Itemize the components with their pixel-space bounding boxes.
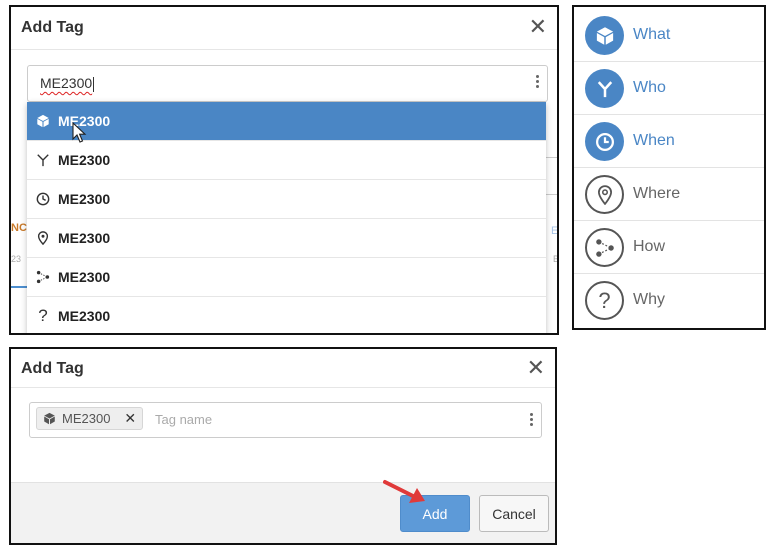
suggestion-label: ME2300 <box>58 308 111 324</box>
dialog-footer <box>11 482 555 543</box>
category-when[interactable]: When <box>574 115 764 168</box>
suggestion-item-why[interactable]: ? ME2300 <box>27 297 546 333</box>
tag-search-input[interactable]: ME2300 <box>27 65 548 102</box>
header-divider <box>11 387 555 388</box>
suggestion-item-who[interactable]: ME2300 <box>27 141 546 180</box>
close-button[interactable]: ✕ <box>527 357 545 379</box>
cube-icon <box>585 16 624 55</box>
suggestion-label: ME2300 <box>58 230 111 246</box>
cube-icon <box>43 412 56 425</box>
background-fragment: B <box>553 254 559 264</box>
suggestion-label: ME2300 <box>58 269 111 285</box>
tag-search-value: ME2300 <box>40 75 93 91</box>
question-icon: ? <box>38 306 48 325</box>
background-fragment: Ext <box>551 225 559 237</box>
category-label: What <box>633 26 671 43</box>
tag-category-list: What Who When Where How ? Why <box>572 5 766 330</box>
category-label: Why <box>633 291 665 308</box>
remove-tag-button[interactable]: ✕ <box>124 410 136 427</box>
dialog-title: Add Tag <box>21 360 84 377</box>
clock-icon <box>585 122 624 161</box>
cube-icon <box>36 114 50 128</box>
location-pin-icon <box>585 175 624 214</box>
person-icon <box>36 153 50 167</box>
tag-name-placeholder[interactable]: Tag name <box>155 412 212 427</box>
add-tag-dropdown-dialog: NC 23 Ext B Add Tag ✕ ME2300 ME2300 ME23… <box>9 5 559 335</box>
category-label: Who <box>633 79 666 96</box>
category-where[interactable]: Where <box>574 168 764 221</box>
add-tag-dialog: Add Tag ✕ ME2300 ✕ Tag name Add Cancel <box>9 347 557 545</box>
category-label: When <box>633 132 675 149</box>
clock-icon <box>36 192 50 206</box>
background-fragment: 23 <box>11 254 22 264</box>
suggestion-item-where[interactable]: ME2300 <box>27 219 546 258</box>
kebab-menu-icon[interactable] <box>530 413 533 428</box>
dialog-title: Add Tag <box>21 19 84 36</box>
suggestion-item-what[interactable]: ME2300 <box>27 102 546 143</box>
background-fragment: NC <box>11 222 27 234</box>
category-label: How <box>633 238 666 255</box>
tag-chip: ME2300 ✕ <box>36 407 144 430</box>
kebab-menu-icon[interactable] <box>536 75 539 90</box>
cancel-button[interactable]: Cancel <box>479 495 549 532</box>
suggestion-item-when[interactable]: ME2300 <box>27 180 546 219</box>
category-why[interactable]: ? Why <box>574 274 764 327</box>
tag-input[interactable]: ME2300 ✕ Tag name <box>29 402 542 438</box>
tag-chip-label: ME2300 <box>62 411 111 426</box>
suggestion-label: ME2300 <box>58 191 111 207</box>
network-icon <box>585 228 624 267</box>
category-who[interactable]: Who <box>574 62 764 115</box>
location-pin-icon <box>36 231 50 245</box>
person-icon <box>585 69 624 108</box>
network-icon <box>36 270 50 284</box>
category-what[interactable]: What <box>574 9 764 62</box>
question-icon: ? <box>585 281 624 320</box>
suggestion-label: ME2300 <box>58 152 111 168</box>
close-button[interactable]: ✕ <box>529 16 547 38</box>
category-label: Where <box>633 185 681 202</box>
text-caret <box>93 77 94 92</box>
suggestion-item-how[interactable]: ME2300 <box>27 258 546 297</box>
header-divider <box>11 49 557 50</box>
red-arrow-icon <box>383 479 429 510</box>
category-how[interactable]: How <box>574 221 764 274</box>
suggestion-menu: ME2300 ME2300 ME2300 ME2300 ME2300 ? ME2… <box>27 102 546 333</box>
